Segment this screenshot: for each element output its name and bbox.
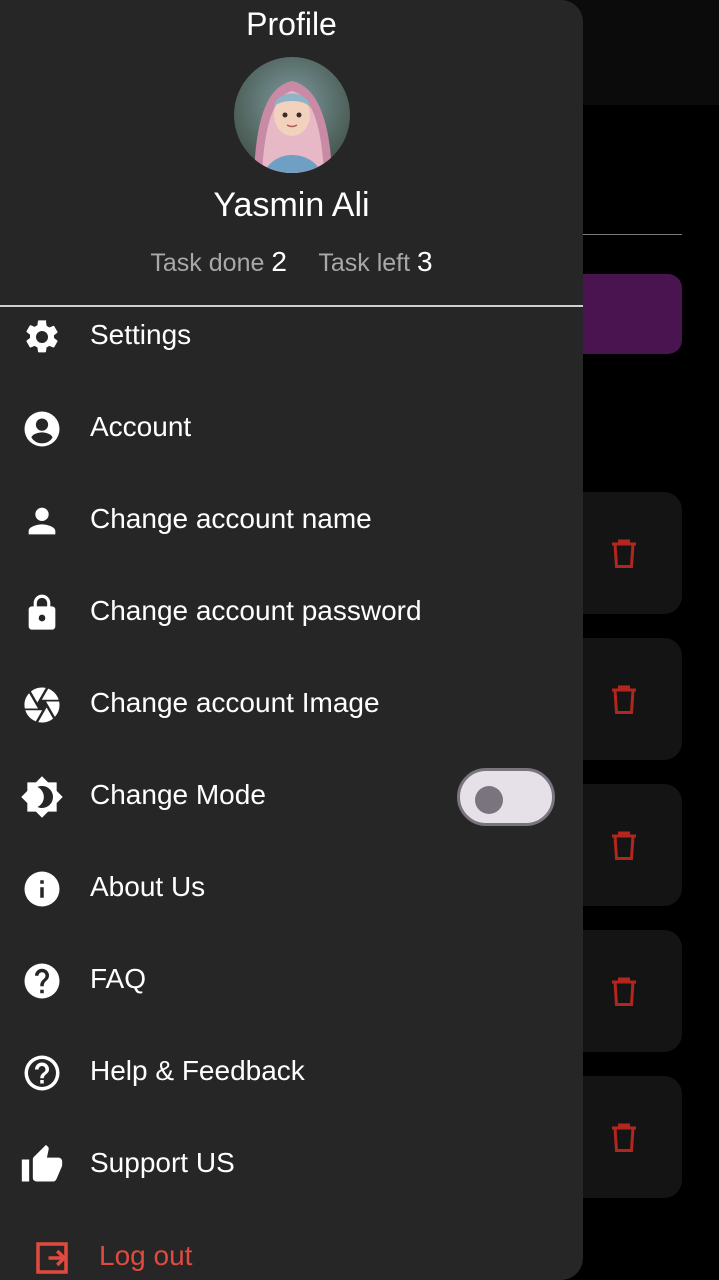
menu-label: Change account password bbox=[90, 595, 422, 626]
menu-item-support-us[interactable]: Support US bbox=[0, 1129, 583, 1199]
menu-label: Settings bbox=[90, 319, 192, 350]
task-done-label: Task done bbox=[150, 249, 265, 277]
menu-label: Change Mode bbox=[90, 779, 266, 810]
menu-label: Change account Image bbox=[90, 687, 380, 718]
navigation-drawer: Profile Yasmin Ali Task done 2 Task left bbox=[0, 0, 583, 1280]
task-done-count: 2 bbox=[271, 246, 287, 277]
menu-label: Account bbox=[90, 411, 192, 442]
menu-item-change-account-image[interactable]: Change account Image bbox=[0, 669, 583, 739]
menu-item-change-account-name[interactable]: Change account name bbox=[0, 485, 583, 555]
toggle-knob bbox=[475, 786, 503, 814]
menu-item-help-feedback[interactable]: Help & Feedback bbox=[0, 1037, 583, 1107]
menu-label: Change account name bbox=[90, 503, 372, 534]
help-outline-icon bbox=[20, 1053, 64, 1093]
menu-item-account[interactable]: Account bbox=[0, 393, 583, 463]
logout-icon bbox=[30, 1238, 74, 1278]
brightness-icon bbox=[20, 776, 64, 818]
task-stats: Task done 2 Task left 3 bbox=[0, 246, 583, 278]
trash-icon[interactable] bbox=[606, 533, 642, 573]
thumb-up-icon bbox=[20, 1144, 64, 1185]
mode-toggle-switch[interactable] bbox=[457, 768, 555, 826]
help-filled-icon bbox=[20, 961, 64, 1001]
task-left-label: Task left bbox=[318, 249, 411, 277]
menu-item-about-us[interactable]: About Us bbox=[0, 853, 583, 923]
task-left-count: 3 bbox=[417, 246, 433, 277]
menu-label: About Us bbox=[90, 871, 206, 902]
logout-label: Log out bbox=[99, 1240, 193, 1271]
menu-label: Support US bbox=[90, 1147, 235, 1178]
trash-icon[interactable] bbox=[606, 1117, 642, 1157]
trash-icon[interactable] bbox=[606, 971, 642, 1011]
camera-shutter-icon bbox=[20, 685, 64, 725]
user-name: Yasmin Ali bbox=[213, 186, 370, 224]
person-icon bbox=[20, 501, 64, 541]
avatar[interactable] bbox=[234, 57, 350, 173]
trash-icon[interactable] bbox=[606, 679, 642, 719]
menu-item-faq[interactable]: FAQ bbox=[0, 945, 583, 1015]
info-icon bbox=[20, 869, 64, 909]
menu-label: Help & Feedback bbox=[90, 1055, 305, 1086]
menu-item-change-account-password[interactable]: Change account password bbox=[0, 577, 583, 647]
trash-icon[interactable] bbox=[606, 825, 642, 865]
menu-label: FAQ bbox=[90, 963, 147, 994]
gear-icon bbox=[20, 317, 64, 357]
menu-item-settings[interactable]: Settings bbox=[0, 301, 583, 371]
lock-icon bbox=[20, 593, 64, 633]
logout-button[interactable]: Log out bbox=[0, 1222, 583, 1280]
drawer-title: Profile bbox=[246, 6, 337, 42]
account-circle-icon bbox=[20, 409, 64, 449]
